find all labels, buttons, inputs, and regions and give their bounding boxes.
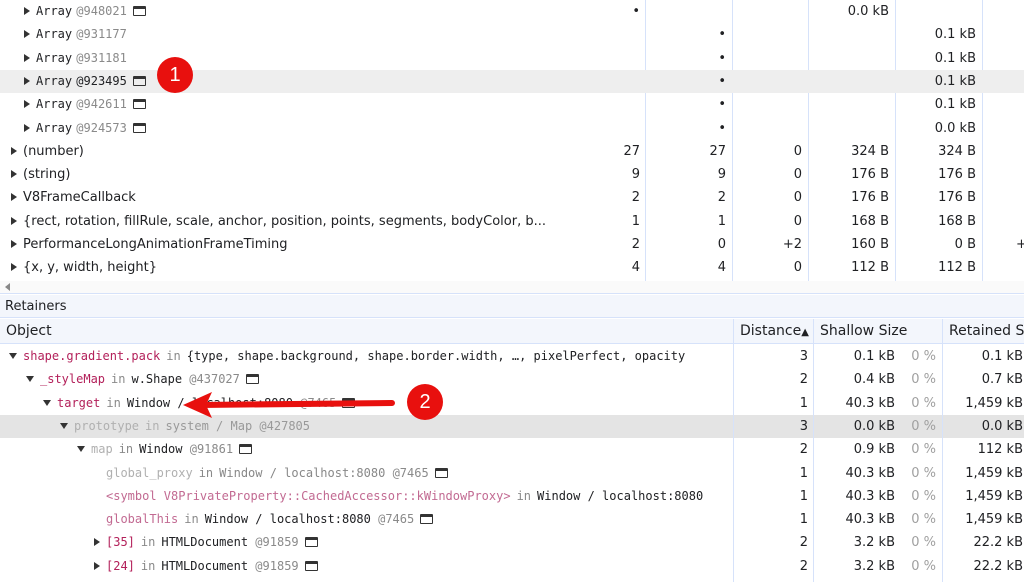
annotation-badge-1: 1 bbox=[157, 57, 193, 93]
red-arrow bbox=[183, 392, 395, 418]
column-divider bbox=[942, 344, 943, 582]
column-divider bbox=[813, 344, 814, 582]
column-divider bbox=[733, 344, 734, 582]
annotation-badge-2: 2 bbox=[407, 384, 443, 420]
annotation-layer bbox=[183, 392, 395, 418]
